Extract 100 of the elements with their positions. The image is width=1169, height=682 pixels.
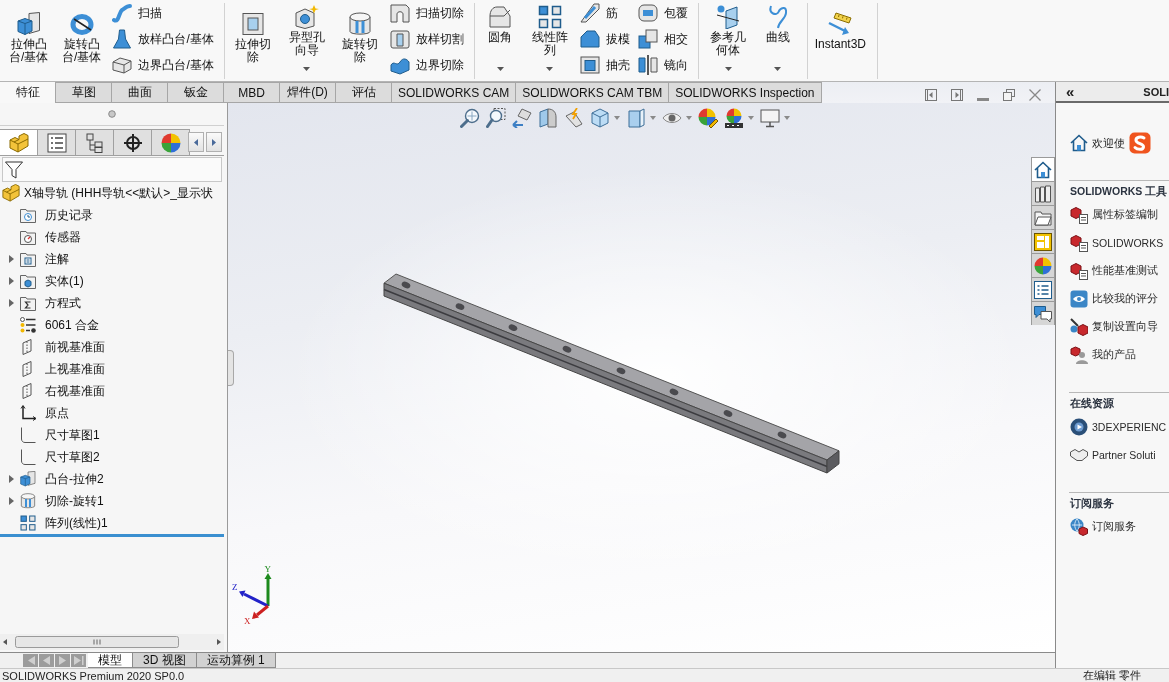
zoom-area-icon[interactable] xyxy=(486,108,506,128)
ribbon-button[interactable]: 拉伸切除 xyxy=(228,3,278,79)
welcome-link[interactable]: 欢迎使 xyxy=(1070,134,1125,152)
tree-item[interactable]: 6061 合金 xyxy=(0,314,224,336)
task-pane-tab[interactable] xyxy=(1031,301,1055,325)
zoom-fit-icon[interactable] xyxy=(460,108,480,128)
tree-item[interactable]: 切除-旋转1 xyxy=(0,490,224,512)
ribbon-button[interactable]: 放样切割 xyxy=(388,26,467,52)
command-tab[interactable]: 钣金 xyxy=(168,82,224,103)
command-tab[interactable]: 草图 xyxy=(56,82,112,103)
restore-icon[interactable] xyxy=(1003,88,1015,101)
caret-icon[interactable] xyxy=(546,67,554,71)
ribbon-button[interactable]: 拔模 xyxy=(578,26,633,52)
ribbon-button[interactable]: 边界凸台/基体 xyxy=(110,52,216,78)
collapse-button[interactable]: « xyxy=(1062,84,1079,99)
ribbon-button[interactable]: 扫描切除 xyxy=(388,0,467,26)
close-icon[interactable] xyxy=(1029,88,1041,101)
task-pane-link[interactable]: 我的产品 xyxy=(1069,341,1169,369)
ribbon-button[interactable]: 旋转凸台/基体 xyxy=(57,3,107,79)
panel-right-icon[interactable] xyxy=(951,88,963,101)
tree-item[interactable]: X轴导轨 (HHH导轨<<默认>_显示状 xyxy=(0,182,224,204)
command-tab[interactable]: 焊件(D) xyxy=(280,82,336,103)
command-tab[interactable]: 特征 xyxy=(0,82,56,103)
caret-icon[interactable] xyxy=(724,67,732,71)
task-pane-link[interactable]: 复制设置向导 xyxy=(1069,313,1169,341)
manager-tab[interactable] xyxy=(114,129,152,155)
expand-arrow-icon[interactable] xyxy=(8,255,14,263)
tree-item[interactable]: 前视基准面 xyxy=(0,336,224,358)
command-tab[interactable]: 曲面 xyxy=(112,82,168,103)
tree-item[interactable]: 传感器 xyxy=(0,226,224,248)
ribbon-button[interactable]: 抽壳 xyxy=(578,52,633,78)
task-pane-tab[interactable] xyxy=(1031,157,1055,181)
expand-arrow-icon[interactable] xyxy=(8,277,14,285)
ribbon-button[interactable]: 相交 xyxy=(636,26,691,52)
expand-arrow-icon[interactable] xyxy=(8,475,14,483)
command-tab[interactable]: MBD xyxy=(224,82,280,103)
expand-arrow-icon[interactable] xyxy=(8,299,14,307)
tree-item[interactable]: 尺寸草图1 xyxy=(0,424,224,446)
ribbon-button[interactable]: 线性阵列 xyxy=(525,3,575,79)
tilted-card-arrow-icon[interactable] xyxy=(512,108,532,128)
tree-item[interactable]: 尺寸草图2 xyxy=(0,446,224,468)
task-pane-tab[interactable] xyxy=(1031,277,1055,301)
tilted-card-bolt-icon[interactable] xyxy=(564,108,584,128)
color-wheel-pencil-icon[interactable] xyxy=(698,108,718,128)
filter-field[interactable] xyxy=(2,157,222,182)
tree-item[interactable]: 实体(1) xyxy=(0,270,224,292)
ribbon-button[interactable]: 筋 xyxy=(578,0,633,26)
ribbon-button[interactable]: 异型孔向导 xyxy=(281,3,332,79)
caret-icon[interactable] xyxy=(496,67,504,71)
ribbon-button[interactable]: Instant3D xyxy=(811,3,870,79)
grip-dot-icon[interactable] xyxy=(108,110,116,118)
ribbon-button[interactable]: 参考几何体 xyxy=(703,3,753,79)
task-pane-link[interactable]: 3DEXPERIENC xyxy=(1069,413,1169,441)
tab-scroll-button[interactable] xyxy=(188,132,204,152)
caret-icon[interactable] xyxy=(774,67,782,71)
bottom-tab[interactable]: 模型 xyxy=(88,653,133,668)
shaded-cube-icon[interactable] xyxy=(626,108,646,128)
bottom-tab[interactable]: 运动算例 1 xyxy=(196,653,276,668)
command-tab[interactable]: SOLIDWORKS CAM TBM xyxy=(516,82,670,103)
ribbon-button[interactable]: 镜向 xyxy=(636,52,691,78)
task-pane-tab[interactable] xyxy=(1031,205,1055,229)
panel-collapse-handle[interactable] xyxy=(228,350,234,386)
section-cut-icon[interactable] xyxy=(538,108,558,128)
tree-item[interactable]: 凸台-拉伸2 xyxy=(0,468,224,490)
ribbon-button[interactable]: 旋转切除 xyxy=(335,3,385,79)
ribbon-button[interactable]: 曲线 xyxy=(756,3,799,79)
task-pane-link[interactable]: Partner Soluti xyxy=(1069,441,1169,469)
tree-item[interactable]: 上视基准面 xyxy=(0,358,224,380)
ribbon-button[interactable]: 包覆 xyxy=(636,0,691,26)
expand-arrow-icon[interactable] xyxy=(8,497,14,505)
task-pane-link[interactable]: 订阅服务 xyxy=(1069,513,1169,541)
ribbon-button[interactable]: 扫描 xyxy=(110,0,216,26)
task-pane-link[interactable]: 比较我的评分 xyxy=(1069,285,1169,313)
ribbon-button[interactable]: 边界切除 xyxy=(388,52,467,78)
tab-scroll-button[interactable] xyxy=(206,132,222,152)
task-pane-link[interactable]: SOLIDWORKS xyxy=(1069,229,1169,257)
task-pane-tab[interactable] xyxy=(1031,181,1055,205)
tree-item[interactable]: 阵列(线性)1 xyxy=(0,512,224,534)
task-pane-tab[interactable] xyxy=(1031,229,1055,253)
tree-item[interactable]: 方程式 xyxy=(0,292,224,314)
command-tab[interactable]: SOLIDWORKS CAM xyxy=(392,82,517,103)
color-wheel-scene-icon[interactable] xyxy=(724,108,744,128)
cube-icon[interactable] xyxy=(590,108,610,128)
panel-left-icon[interactable] xyxy=(925,88,937,101)
caret-icon[interactable] xyxy=(303,67,310,71)
command-tab[interactable]: 评估 xyxy=(336,82,392,103)
horizontal-scrollbar[interactable] xyxy=(0,634,224,650)
tree-item[interactable]: 原点 xyxy=(0,402,224,424)
tree-item[interactable]: 右视基准面 xyxy=(0,380,224,402)
tree-item[interactable]: 注解 xyxy=(0,248,224,270)
bottom-tab[interactable]: 3D 视图 xyxy=(133,653,197,668)
ribbon-button[interactable]: 拉伸凸台/基体 xyxy=(4,3,54,79)
ribbon-button[interactable]: 圆角 xyxy=(479,3,522,79)
ribbon-button[interactable]: 放样凸台/基体 xyxy=(110,26,216,52)
tree-item[interactable]: 历史记录 xyxy=(0,204,224,226)
monitor-icon[interactable] xyxy=(760,108,780,128)
task-pane-link[interactable]: 性能基准测试 xyxy=(1069,257,1169,285)
task-pane-tab[interactable] xyxy=(1031,253,1055,277)
task-pane-link[interactable]: 属性标签编制 xyxy=(1069,201,1169,229)
command-tab[interactable]: SOLIDWORKS Inspection xyxy=(669,82,822,103)
